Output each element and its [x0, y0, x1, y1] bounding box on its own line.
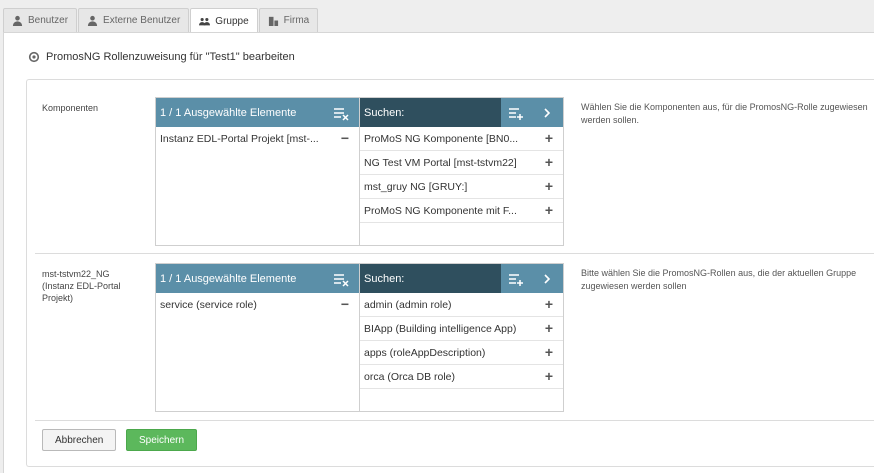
item-label: apps (roleAppDescription): [364, 346, 486, 359]
section-label: Komponenten: [42, 103, 99, 113]
plus-icon[interactable]: +: [545, 179, 553, 193]
tab-firma[interactable]: Firma: [258, 8, 319, 32]
item-label: orca (Orca DB role): [364, 370, 456, 383]
add-all-icon[interactable]: [508, 105, 524, 121]
selected-list: 1 / 1 Ausgewählte Elemente Instanz EDL-P…: [156, 98, 360, 245]
tab-benutzer[interactable]: Benutzer: [3, 8, 78, 32]
selected-list: 1 / 1 Ausgewählte Elemente service (serv…: [156, 264, 360, 411]
selected-header: 1 / 1 Ausgewählte Elemente: [156, 264, 359, 293]
section-divider: [35, 420, 874, 421]
remove-all-icon[interactable]: [333, 271, 349, 287]
multiselect-rollen: 1 / 1 Ausgewählte Elemente service (serv…: [155, 263, 564, 412]
main-panel: PromosNG Rollenzuweisung für "Test1" bea…: [3, 32, 874, 473]
plus-icon[interactable]: +: [545, 297, 553, 311]
minus-icon[interactable]: −: [341, 297, 349, 311]
remove-all-icon[interactable]: [333, 105, 349, 121]
plus-icon[interactable]: +: [545, 203, 553, 217]
search-header-label: Suchen:: [364, 106, 405, 119]
list-item[interactable]: mst_gruy NG [GRUY:] +: [360, 175, 563, 199]
selected-header-label: 1 / 1 Ausgewählte Elemente: [160, 106, 297, 119]
tab-label: Gruppe: [215, 15, 249, 27]
tab-gruppe[interactable]: Gruppe: [190, 8, 258, 33]
group-icon: [199, 17, 211, 25]
item-label: BIApp (Building intelligence App): [364, 322, 517, 335]
user-icon: [12, 15, 23, 26]
list-item[interactable]: apps (roleAppDescription) +: [360, 341, 563, 365]
item-label: service (service role): [160, 299, 257, 311]
help-text: Bitte wählen Sie die PromosNG-Rollen aus…: [581, 268, 857, 291]
chevron-right-icon[interactable]: [539, 105, 555, 121]
section-label: mst-tstvm22_NG (Instanz EDL-Portal Proje…: [42, 269, 121, 303]
list-item[interactable]: service (service role) −: [156, 293, 359, 317]
tab-externe-benutzer[interactable]: Externe Benutzer: [78, 8, 190, 32]
item-label: ProMoS NG Komponente mit F...: [364, 204, 517, 217]
list-item[interactable]: NG Test VM Portal [mst-tstvm22] +: [360, 151, 563, 175]
list-item[interactable]: admin (admin role) +: [360, 293, 563, 317]
page-title: PromosNG Rollenzuweisung für "Test1" bea…: [28, 51, 295, 63]
minus-icon[interactable]: −: [341, 131, 349, 145]
company-icon: [268, 16, 278, 26]
item-label: NG Test VM Portal [mst-tstvm22]: [364, 156, 517, 169]
multiselect-komponenten: 1 / 1 Ausgewählte Elemente Instanz EDL-P…: [155, 97, 564, 246]
tab-bar: Benutzer Externe Benutzer Gruppe Firma: [3, 8, 319, 33]
gear-icon: [28, 51, 40, 63]
list-item[interactable]: ProMoS NG Komponente mit F... +: [360, 199, 563, 223]
add-all-icon[interactable]: [508, 271, 524, 287]
item-label: Instanz EDL-Portal Projekt [mst-...: [160, 133, 319, 145]
plus-icon[interactable]: +: [545, 155, 553, 169]
assignment-form: Komponenten 1 / 1 Ausgewählte Elemente I…: [26, 79, 874, 467]
available-list: Suchen: ProMoS NG Komponente [BN0... + NG…: [360, 98, 563, 245]
item-label: admin (admin role): [364, 298, 452, 311]
cancel-button[interactable]: Abbrechen: [42, 429, 117, 451]
plus-icon[interactable]: +: [545, 321, 553, 335]
plus-icon[interactable]: +: [545, 369, 553, 383]
tab-label: Firma: [283, 15, 310, 26]
list-item[interactable]: ProMoS NG Komponente [BN0... +: [360, 127, 563, 151]
list-item[interactable]: Instanz EDL-Portal Projekt [mst-... −: [156, 127, 359, 151]
plus-icon[interactable]: +: [545, 131, 553, 145]
help-text: Wählen Sie die Komponenten aus, für die …: [581, 102, 868, 125]
search-header: Suchen:: [360, 98, 563, 127]
external-user-icon: [87, 15, 98, 26]
plus-icon[interactable]: +: [545, 345, 553, 359]
page-title-text: PromosNG Rollenzuweisung für "Test1" bea…: [46, 51, 295, 63]
selected-header-label: 1 / 1 Ausgewählte Elemente: [160, 272, 297, 285]
tab-label: Benutzer: [28, 15, 69, 26]
selected-header: 1 / 1 Ausgewählte Elemente: [156, 98, 359, 127]
chevron-right-icon[interactable]: [539, 271, 555, 287]
search-header: Suchen:: [360, 264, 563, 293]
section-divider: [35, 253, 874, 254]
save-button[interactable]: Speichern: [126, 429, 198, 451]
available-list: Suchen: admin (admin role) + BIApp (Build…: [360, 264, 563, 411]
item-label: mst_gruy NG [GRUY:]: [364, 180, 468, 193]
list-item[interactable]: orca (Orca DB role) +: [360, 365, 563, 389]
list-item[interactable]: BIApp (Building intelligence App) +: [360, 317, 563, 341]
search-header-label: Suchen:: [364, 272, 405, 285]
item-label: ProMoS NG Komponente [BN0...: [364, 132, 519, 145]
tab-label: Externe Benutzer: [103, 15, 181, 26]
